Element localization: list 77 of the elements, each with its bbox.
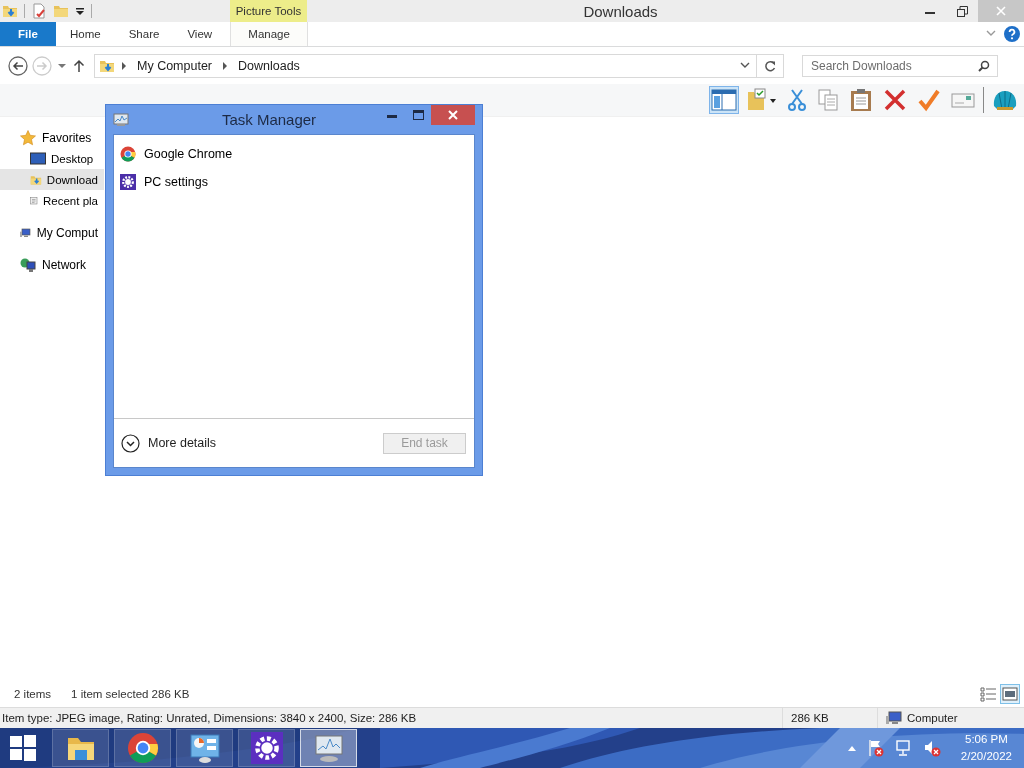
refresh-icon bbox=[764, 59, 776, 72]
clock-time[interactable]: 5:06 PM bbox=[965, 731, 1008, 748]
search-icon bbox=[978, 59, 990, 72]
app-list-item[interactable]: Google Chrome bbox=[114, 140, 474, 168]
clock-date[interactable]: 2/20/2022 bbox=[960, 748, 1012, 765]
monitor-chart-icon bbox=[113, 111, 129, 128]
large-icons-view-icon bbox=[1002, 686, 1018, 702]
view-toggle-button[interactable] bbox=[1000, 684, 1020, 704]
back-button[interactable] bbox=[8, 55, 28, 76]
nav-item[interactable]: Network bbox=[0, 254, 104, 275]
details-view-icon bbox=[980, 686, 996, 702]
details-text: Item type: JPEG image, Rating: Unrated, Dimensions: 3840 x 2400, Size: 286 KB bbox=[1, 712, 418, 724]
close-button[interactable] bbox=[431, 105, 475, 125]
star-icon bbox=[20, 129, 36, 146]
chrome-icon bbox=[126, 732, 159, 764]
nav-item[interactable]: Download bbox=[0, 169, 104, 190]
windows-logo-icon bbox=[10, 735, 36, 761]
chevron-right-icon bbox=[222, 61, 229, 70]
clipboard-icon bbox=[849, 88, 873, 112]
breadcrumb-link[interactable]: Downloads bbox=[234, 58, 304, 73]
taskbar-button[interactable] bbox=[300, 729, 357, 767]
nav-item[interactable]: My Comput bbox=[0, 222, 104, 243]
up-arrow-icon[interactable] bbox=[72, 58, 86, 73]
context-tab-label: Picture Tools bbox=[230, 0, 307, 22]
breadcrumb-link[interactable]: My Computer bbox=[133, 58, 217, 73]
ribbon-tab[interactable]: View bbox=[173, 22, 227, 46]
app-list-item[interactable]: PC settings bbox=[114, 168, 474, 196]
control-panel-icon bbox=[188, 732, 221, 764]
chevron-up-icon[interactable] bbox=[846, 744, 857, 752]
copy-icon bbox=[817, 88, 839, 112]
flag-icon[interactable] bbox=[866, 739, 885, 757]
delete-x-icon bbox=[883, 88, 907, 112]
search-field[interactable]: Search Downloads bbox=[802, 54, 998, 77]
computer-icon bbox=[886, 710, 902, 726]
nav-item[interactable]: Recent pla bbox=[0, 190, 104, 211]
network-icon[interactable] bbox=[894, 739, 913, 757]
dropdown-icon[interactable] bbox=[75, 6, 85, 16]
layout-pane-icon bbox=[711, 88, 737, 112]
gear-icon bbox=[250, 732, 283, 764]
nav-item[interactable]: Favorites bbox=[0, 127, 104, 148]
ribbon-tab[interactable]: Share bbox=[114, 22, 174, 46]
expand-circle-icon bbox=[121, 433, 140, 453]
zone-label: Computer bbox=[907, 712, 958, 724]
window-title: Task Manager bbox=[220, 111, 318, 128]
checkmark-icon bbox=[917, 88, 941, 112]
scissors-icon bbox=[787, 88, 807, 112]
nav-item[interactable]: Desktop bbox=[0, 148, 104, 169]
window-title: Downloads bbox=[583, 2, 658, 20]
view-toggle-button[interactable] bbox=[978, 684, 998, 704]
folder-icon[interactable] bbox=[2, 3, 18, 19]
layout-pane-button[interactable] bbox=[709, 86, 739, 114]
taskbar-button[interactable] bbox=[52, 729, 109, 767]
help-icon[interactable] bbox=[1004, 26, 1020, 42]
maximize-icon bbox=[412, 110, 424, 120]
shell-icon bbox=[992, 88, 1018, 112]
chevron-right-icon bbox=[121, 61, 127, 70]
ribbon-tab[interactable]: Manage bbox=[230, 22, 309, 46]
chrome-icon bbox=[120, 146, 136, 162]
taskbar-button[interactable] bbox=[114, 729, 171, 767]
close-icon bbox=[996, 6, 1006, 16]
folder-check-icon bbox=[747, 88, 777, 112]
restore-icon bbox=[956, 5, 968, 17]
item-count: 2 items bbox=[14, 688, 52, 700]
file-menu-tab[interactable]: File bbox=[0, 22, 56, 46]
document-icon[interactable] bbox=[31, 3, 47, 19]
address-bar[interactable]: My Computer Downloads bbox=[94, 53, 784, 78]
network-icon bbox=[20, 256, 36, 273]
desktop-icon bbox=[30, 150, 46, 167]
gear-icon bbox=[120, 174, 136, 190]
monitor-chart-icon bbox=[312, 732, 345, 764]
speaker-icon[interactable] bbox=[922, 739, 941, 757]
close-icon bbox=[448, 110, 458, 120]
more-details-link[interactable]: More details bbox=[121, 433, 217, 453]
selection-info: 1 item selected 286 KB bbox=[71, 688, 190, 700]
taskbar-button[interactable] bbox=[238, 729, 295, 767]
taskbar-button[interactable] bbox=[176, 729, 233, 767]
ribbon-tab[interactable]: Home bbox=[56, 22, 115, 46]
